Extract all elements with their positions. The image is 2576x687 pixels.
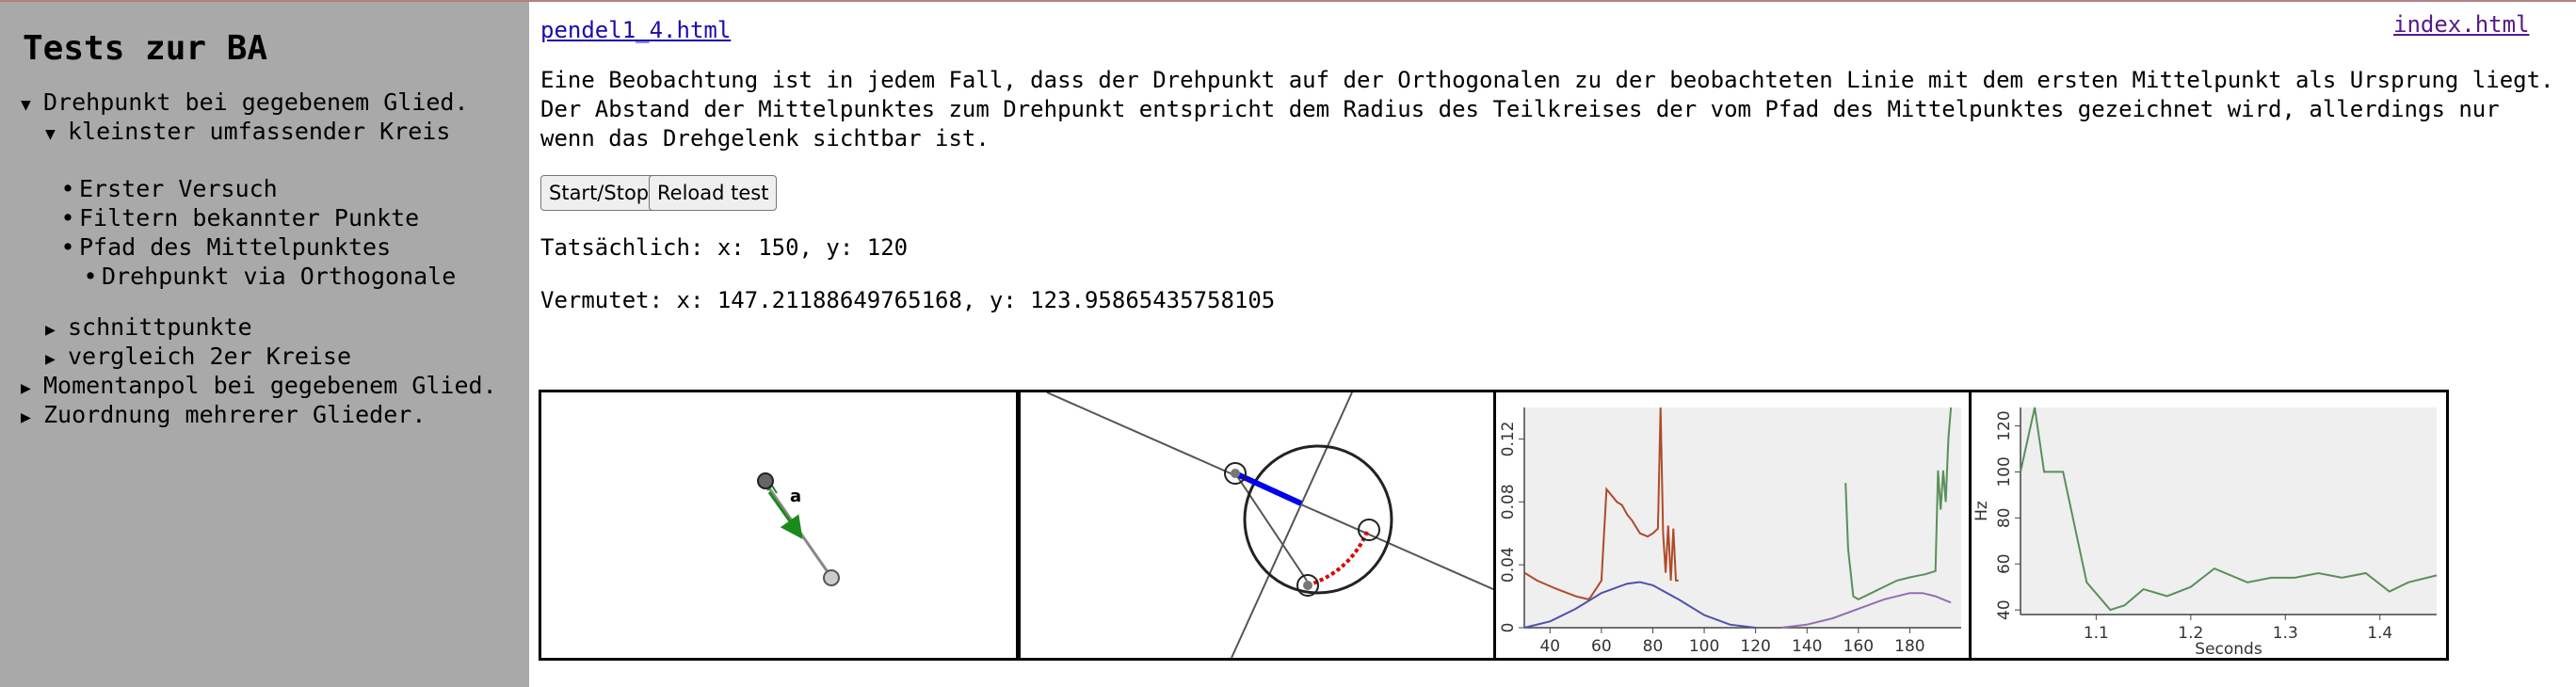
description-text: Eine Beobachtung ist in jedem Fall, dass… <box>540 67 2554 152</box>
tree-item-label: Drehpunkt bei gegebenem Glied. <box>43 88 469 116</box>
disclosure-closed-icon: ▶ <box>21 407 31 427</box>
y-axis-label: Hz <box>1972 501 1991 521</box>
tree-item-kreis[interactable]: ▼ kleinster umfassender Kreis <box>45 118 450 149</box>
list-item-label: Erster Versuch <box>79 175 278 202</box>
reload-test-button[interactable]: Reload test <box>649 175 778 211</box>
disclosure-closed-icon: ▶ <box>21 378 31 398</box>
x-tick-label: 1.3 <box>2273 624 2298 643</box>
current-midpoint <box>1358 519 1380 541</box>
bullet-icon: • <box>60 233 75 261</box>
disclosure-open-icon: ▼ <box>45 124 56 144</box>
spectrum-chart-panel: 40 60 80 100 120 140 160 180 0 0.04 0.08 0.12 <box>1493 390 1973 661</box>
list-item-filtern[interactable]: • Filtern bekannter Punkte <box>56 204 419 232</box>
index-link[interactable]: index.html <box>2393 11 2530 38</box>
x-tick-label: 1.4 <box>2367 624 2392 643</box>
x-tick-label: 120 <box>1740 637 1770 656</box>
tree-item-vergleich[interactable]: ▶ vergleich 2er Kreise <box>45 343 351 374</box>
x-tick-label: 140 <box>1792 637 1822 656</box>
y-tick-label: 60 <box>1995 553 2014 574</box>
sidebar-title: Tests zur BA <box>23 29 268 68</box>
file-link[interactable]: pendel1_4.html <box>540 17 731 43</box>
pendulum-canvas: a <box>539 390 1019 661</box>
pivot-estimate-dot <box>1303 581 1312 590</box>
second-line <box>1231 392 1353 658</box>
list-item-erster-versuch[interactable]: • Erster Versuch <box>56 175 278 203</box>
pivot-point <box>757 472 774 489</box>
guessed-position-text: Vermutet: x: 147.21188649765168, y: 123.… <box>540 287 1276 313</box>
first-midpoint-dot <box>1231 469 1240 478</box>
y-tick-label: 120 <box>1995 410 2014 440</box>
tree-item-label: vergleich 2er Kreise <box>68 343 352 370</box>
y-tick-label: 0.12 <box>1499 421 1518 456</box>
sidebar: Tests zur BA ▼ Drehpunkt bei gegebenem Gl… <box>0 2 529 687</box>
frequency-chart-panel: 1.1 1.2 1.3 1.4 40 60 80 100 120 Seconds Hz <box>1969 390 2449 661</box>
list-item-label: Pfad des Mittelpunktes <box>79 233 392 261</box>
main-content: pendel1_4.html index.html Eine Beobachtu… <box>529 2 2576 687</box>
plot-area <box>1524 407 1961 628</box>
start-stop-button[interactable]: Start/Stop <box>540 175 658 211</box>
y-tick-label: 80 <box>1995 508 2014 529</box>
x-tick-label: 100 <box>1689 637 1719 656</box>
x-axis-label: Seconds <box>2195 640 2262 658</box>
disclosure-closed-icon: ▶ <box>45 320 56 340</box>
y-tick-label: 0.04 <box>1499 547 1518 583</box>
tree-item-schnittpunkte[interactable]: ▶ schnittpunkte <box>45 313 252 344</box>
y-tick-label: 40 <box>1995 599 2014 620</box>
x-tick-label: 160 <box>1843 637 1874 656</box>
y-tick-label: 100 <box>1995 456 2014 487</box>
tree-item-label: Momentanpol bei gegebenem Glied. <box>43 372 497 399</box>
list-item-orthogonale[interactable]: • Drehpunkt via Orthogonale <box>79 263 456 291</box>
tree-item-zuordnung[interactable]: ▶ Zuordnung mehrerer Glieder. <box>21 401 426 432</box>
tree-item-momentanpol[interactable]: ▶ Momentanpol bei gegebenem Glied. <box>21 372 497 403</box>
y-tick-label: 0.08 <box>1499 484 1518 519</box>
actual-position-text: Tatsächlich: x: 150, y: 120 <box>540 234 909 261</box>
tree-item-drehpunkt[interactable]: ▼ Drehpunkt bei gegebenem Glied. <box>21 88 469 120</box>
midpoint-path <box>1307 531 1369 587</box>
geometry-canvas <box>1018 390 1498 661</box>
list-item-label: Drehpunkt via Orthogonale <box>102 263 457 290</box>
x-tick-label: 180 <box>1894 637 1924 656</box>
frequency-chart: 1.1 1.2 1.3 1.4406080100120SecondsHz <box>1972 407 2438 658</box>
bullet-icon: • <box>83 263 98 290</box>
bullet-icon: • <box>60 204 75 232</box>
disclosure-open-icon: ▼ <box>21 95 31 115</box>
bullet-icon: • <box>60 175 75 202</box>
tree-item-label: kleinster umfassender Kreis <box>68 118 451 145</box>
x-tick-label: 40 <box>1539 637 1560 656</box>
x-tick-label: 80 <box>1643 637 1664 656</box>
tree-item-label: Zuordnung mehrerer Glieder. <box>43 401 427 428</box>
plot-area <box>2021 407 2437 615</box>
disclosure-closed-icon: ▶ <box>45 349 56 369</box>
pendulum-bob <box>823 569 840 586</box>
y-tick-label: 0 <box>1499 623 1518 633</box>
orthogonal-construction <box>1046 392 1495 658</box>
list-item-label: Filtern bekannter Punkte <box>79 204 420 232</box>
tree-item-label: schnittpunkte <box>68 313 252 341</box>
spectrum-chart: 40 60 80 100 120 140 160 180 0 0.04 0.08 0.12 <box>1499 407 1961 656</box>
x-tick-label: 60 <box>1591 637 1612 656</box>
list-item-pfad[interactable]: • Pfad des Mittelpunktes <box>56 233 391 262</box>
point-label: a <box>790 487 801 506</box>
x-tick-label: 1.1 <box>2084 624 2109 643</box>
pendulum-drawing: a <box>757 472 840 586</box>
